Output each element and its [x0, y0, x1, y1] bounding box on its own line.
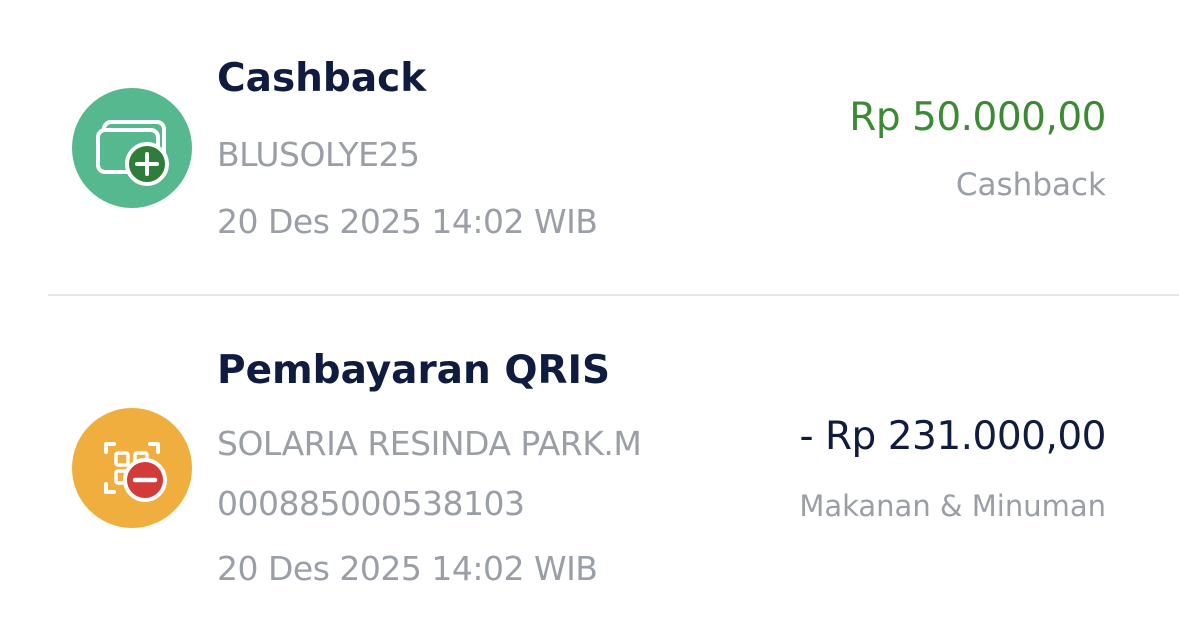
- transaction-row-cashback[interactable]: Cashback BLUSOLYE25 20 Des 2025 14:02 WI…: [0, 0, 1179, 295]
- transaction-reference: 000885000538103: [217, 484, 525, 523]
- transaction-datetime: 20 Des 2025 14:02 WIB: [217, 202, 598, 241]
- transaction-title: Cashback: [217, 56, 427, 101]
- wallet-plus-icon: [72, 88, 192, 208]
- transaction-title: Pembayaran QRIS: [217, 348, 611, 393]
- transaction-datetime: 20 Des 2025 14:02 WIB: [217, 549, 598, 588]
- transaction-category: Cashback: [955, 167, 1106, 203]
- transaction-amount: Rp 50.000,00: [849, 95, 1106, 140]
- transaction-category: Makanan & Minuman: [799, 489, 1106, 523]
- transaction-merchant: SOLARIA RESINDA PARK.M: [217, 424, 642, 463]
- transaction-amount: - Rp 231.000,00: [799, 414, 1106, 459]
- transaction-reference: BLUSOLYE25: [217, 135, 420, 174]
- transaction-row-qris[interactable]: Pembayaran QRIS SOLARIA RESINDA PARK.M 0…: [0, 296, 1179, 625]
- qr-scan-minus-icon: [72, 408, 192, 528]
